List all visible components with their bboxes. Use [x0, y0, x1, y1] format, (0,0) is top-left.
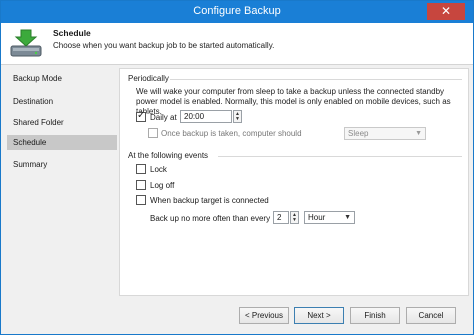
download-to-drive-icon — [10, 29, 42, 57]
sidebar-item-summary[interactable]: Summary — [7, 157, 117, 172]
frequency-spinner[interactable]: ▲ ▼ — [290, 211, 299, 224]
next-button[interactable]: Next > — [294, 307, 344, 324]
sidebar-item-backup-mode[interactable]: Backup Mode — [7, 71, 117, 86]
daily-checkbox[interactable] — [136, 110, 146, 122]
finish-button[interactable]: Finish — [350, 307, 400, 324]
wizard-header: Schedule Choose when you want backup job… — [1, 23, 473, 65]
close-icon: ✕ — [440, 4, 452, 18]
periodically-group-title: Periodically — [128, 74, 169, 83]
header-title: Schedule — [53, 28, 91, 38]
sidebar-item-destination[interactable]: Destination — [7, 94, 117, 109]
frequency-label: Back up no more often than every — [150, 214, 271, 223]
wizard-steps-nav: Backup Mode Destination Shared Folder Sc… — [7, 71, 117, 296]
schedule-panel: Periodically We will wake your computer … — [119, 68, 469, 296]
frequency-unit-select[interactable]: Hour ▼ — [304, 211, 355, 224]
group-divider — [170, 79, 462, 80]
title-bar: Configure Backup ✕ — [1, 1, 473, 23]
logoff-label: Log off — [150, 181, 175, 190]
daily-label: Daily at — [150, 113, 177, 122]
after-backup-action-value: Sleep — [348, 129, 369, 138]
spin-down-icon[interactable]: ▼ — [234, 116, 241, 122]
once-label: Once backup is taken, computer should — [161, 129, 302, 138]
header-description: Choose when you want backup job to be st… — [53, 41, 275, 50]
logoff-checkbox[interactable] — [136, 180, 146, 190]
cancel-button[interactable]: Cancel — [406, 307, 456, 324]
spin-down-icon[interactable]: ▼ — [291, 217, 298, 223]
target-connected-checkbox[interactable] — [136, 195, 146, 205]
lock-label: Lock — [150, 165, 167, 174]
previous-button[interactable]: < Previous — [239, 307, 289, 324]
target-connected-label: When backup target is connected — [150, 196, 269, 205]
events-group-title: At the following events — [128, 151, 209, 160]
chevron-down-icon: ▼ — [344, 214, 351, 221]
once-checkbox[interactable] — [148, 128, 158, 138]
frequency-value-input[interactable]: 2 — [273, 211, 289, 224]
wizard-footer: < Previous Next > Finish Cancel — [1, 299, 473, 335]
lock-checkbox[interactable] — [136, 164, 146, 174]
group-divider — [218, 156, 462, 157]
window-title: Configure Backup — [193, 5, 281, 17]
after-backup-action-select[interactable]: Sleep ▼ — [344, 127, 426, 140]
sidebar-item-schedule[interactable]: Schedule — [7, 135, 117, 150]
chevron-down-icon: ▼ — [415, 130, 422, 137]
daily-time-input[interactable]: 20:00 — [180, 110, 232, 123]
daily-time-spinner[interactable]: ▲ ▼ — [233, 110, 242, 123]
sidebar-item-shared-folder[interactable]: Shared Folder — [7, 115, 117, 130]
frequency-unit-value: Hour — [308, 213, 326, 222]
configure-backup-window: Configure Backup ✕ Schedule Choose when … — [0, 0, 474, 335]
close-button[interactable]: ✕ — [427, 3, 465, 20]
